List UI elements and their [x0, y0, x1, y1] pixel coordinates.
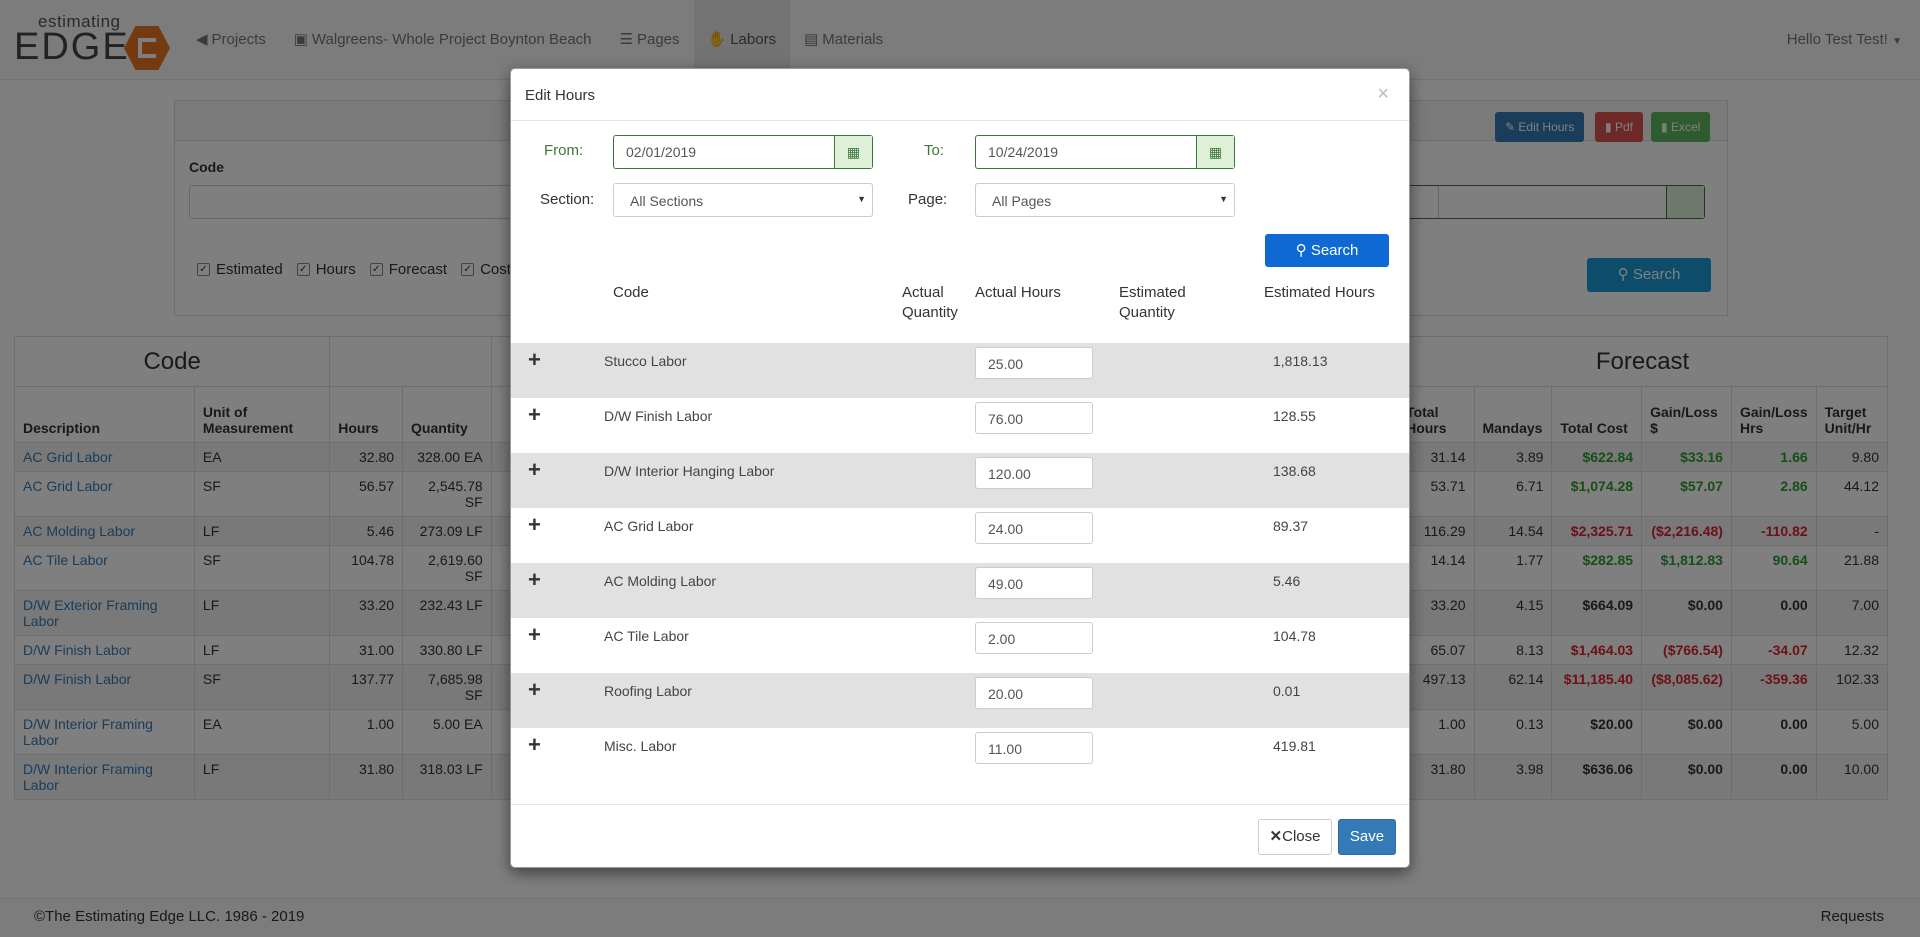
search-icon: ⚲: [1295, 242, 1307, 259]
labor-row: + AC Molding Labor 49.00 5.46: [511, 563, 1409, 618]
estimated-hours-value: 419.81: [1273, 738, 1316, 754]
expand-plus-icon[interactable]: +: [528, 402, 541, 428]
labor-name: D/W Finish Labor: [604, 408, 713, 424]
modal-search-label: Search: [1310, 242, 1359, 259]
actual-hours-value: 2.00: [988, 631, 1016, 647]
expand-plus-icon[interactable]: +: [528, 677, 541, 703]
to-label: To:: [924, 142, 945, 159]
actual-hours-input[interactable]: 11.00: [975, 732, 1093, 764]
labor-name: AC Tile Labor: [604, 628, 689, 644]
labor-row: + D/W Interior Hanging Labor 120.00 138.68: [511, 453, 1409, 508]
modal-header: Edit Hours ×: [511, 69, 1409, 121]
estimated-hours-value: 89.37: [1273, 518, 1309, 534]
col-code: Code: [613, 284, 649, 301]
page-value: All Pages: [992, 193, 1052, 209]
modal-footer: ✕Close Save: [511, 804, 1409, 867]
close-x-icon: ✕: [1269, 828, 1283, 845]
edit-hours-modal: Edit Hours × From: 02/01/2019 ▦ To: 10/2…: [510, 68, 1410, 868]
close-icon[interactable]: ×: [1377, 83, 1389, 106]
estimated-hours-value: 138.68: [1273, 463, 1316, 479]
modal-search-button[interactable]: ⚲ Search: [1265, 234, 1389, 267]
labor-name: AC Grid Labor: [604, 518, 694, 534]
labor-row: + Stucco Labor 25.00 1,818.13: [511, 343, 1409, 398]
from-date-input[interactable]: 02/01/2019 ▦: [613, 135, 873, 169]
labor-name: Stucco Labor: [604, 353, 687, 369]
from-date-value: 02/01/2019: [626, 144, 697, 160]
close-button[interactable]: ✕Close: [1258, 819, 1332, 855]
actual-hours-input[interactable]: 49.00: [975, 567, 1093, 599]
save-button[interactable]: Save: [1338, 819, 1396, 855]
actual-hours-value: 20.00: [988, 686, 1024, 702]
estimated-hours-value: 0.01: [1273, 683, 1301, 699]
calendar-icon[interactable]: ▦: [1196, 136, 1234, 168]
labor-row: + Misc. Labor 11.00 419.81: [511, 728, 1409, 783]
actual-hours-value: 11.00: [988, 741, 1022, 757]
actual-hours-value: 120.00: [988, 466, 1031, 482]
labor-row: + Roofing Labor 20.00 0.01: [511, 673, 1409, 728]
section-value: All Sections: [630, 193, 704, 209]
chevron-down-icon: ▼: [1219, 194, 1228, 204]
labor-row: + AC Tile Labor 2.00 104.78: [511, 618, 1409, 673]
actual-hours-input[interactable]: 25.00: [975, 347, 1093, 379]
from-label: From:: [544, 142, 584, 159]
labor-name: Roofing Labor: [604, 683, 692, 699]
section-select[interactable]: All Sections ▼: [613, 183, 873, 217]
actual-hours-input[interactable]: 76.00: [975, 402, 1093, 434]
expand-plus-icon[interactable]: +: [528, 347, 541, 373]
actual-hours-input[interactable]: 120.00: [975, 457, 1093, 489]
expand-plus-icon[interactable]: +: [528, 457, 541, 483]
page-select[interactable]: All Pages ▼: [975, 183, 1235, 217]
modal-title: Edit Hours: [525, 87, 596, 104]
col-estimated-quantity: Estimated Quantity: [1119, 284, 1186, 321]
labor-row: + AC Grid Labor 24.00 89.37: [511, 508, 1409, 563]
labor-name: Misc. Labor: [604, 738, 677, 754]
estimated-hours-value: 5.46: [1273, 573, 1301, 589]
expand-plus-icon[interactable]: +: [528, 732, 541, 758]
to-date-value: 10/24/2019: [988, 144, 1059, 160]
actual-hours-input[interactable]: 20.00: [975, 677, 1093, 709]
estimated-hours-value: 104.78: [1273, 628, 1316, 644]
actual-hours-value: 24.00: [988, 521, 1024, 537]
labor-row: + D/W Finish Labor 76.00 128.55: [511, 398, 1409, 453]
estimated-hours-value: 1,818.13: [1273, 353, 1328, 369]
calendar-icon[interactable]: ▦: [834, 136, 872, 168]
col-actual-quantity: Actual Quantity: [902, 284, 958, 321]
expand-plus-icon[interactable]: +: [528, 567, 541, 593]
expand-plus-icon[interactable]: +: [528, 512, 541, 538]
section-label: Section:: [540, 191, 595, 208]
estimated-hours-value: 128.55: [1273, 408, 1316, 424]
actual-hours-value: 25.00: [988, 356, 1024, 372]
chevron-down-icon: ▼: [857, 194, 866, 204]
labor-name: AC Molding Labor: [604, 573, 717, 589]
actual-hours-input[interactable]: 2.00: [975, 622, 1093, 654]
labor-name: D/W Interior Hanging Labor: [604, 463, 775, 479]
actual-hours-input[interactable]: 24.00: [975, 512, 1093, 544]
actual-hours-value: 49.00: [988, 576, 1024, 592]
col-actual-hours: Actual Hours: [975, 284, 1061, 301]
page-label: Page:: [908, 191, 948, 208]
to-date-input[interactable]: 10/24/2019 ▦: [975, 135, 1235, 169]
actual-hours-value: 76.00: [988, 411, 1024, 427]
expand-plus-icon[interactable]: +: [528, 622, 541, 648]
close-button-label: Close: [1282, 828, 1321, 845]
col-estimated-hours: Estimated Hours: [1264, 284, 1375, 301]
